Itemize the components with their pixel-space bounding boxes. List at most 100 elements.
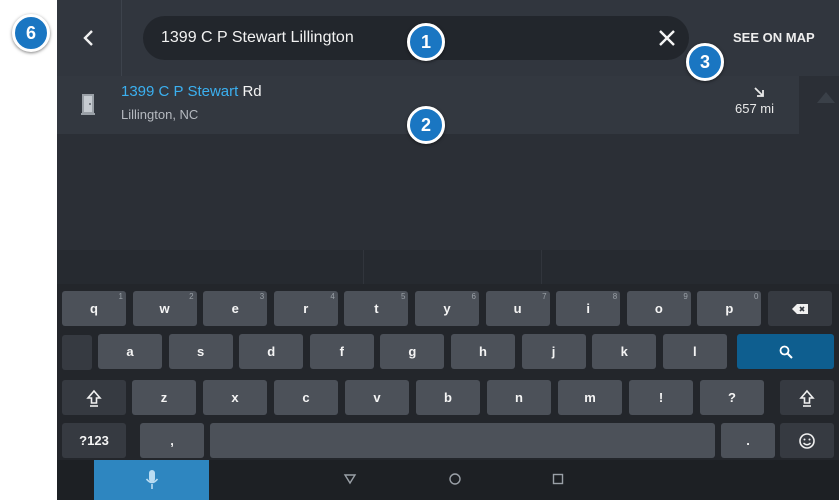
search-key[interactable] (737, 334, 834, 369)
see-on-map-button[interactable]: SEE ON MAP (733, 0, 815, 76)
shift-icon (86, 389, 102, 407)
key-i[interactable]: i8 (556, 291, 621, 326)
key-label: w (159, 301, 170, 316)
key-n[interactable]: n (487, 380, 551, 415)
key-a[interactable]: a (98, 334, 162, 369)
scrollbar[interactable] (799, 76, 839, 250)
key-label: q (90, 301, 98, 316)
key-f[interactable]: f (309, 334, 374, 369)
key-w[interactable]: w2 (132, 291, 197, 326)
key-![interactable]: ! (629, 380, 693, 415)
key-label: x (231, 390, 239, 405)
space-key[interactable] (210, 423, 715, 458)
key-label: d (267, 344, 276, 359)
key-v[interactable]: v (345, 380, 409, 415)
key-o[interactable]: o9 (626, 291, 691, 326)
key-q[interactable]: q1 (62, 291, 126, 326)
key-label: m (584, 390, 596, 405)
shift-key-left[interactable] (62, 380, 126, 415)
key-label: e (231, 301, 239, 316)
key-label: b (444, 390, 452, 405)
key-label: g (408, 344, 417, 359)
backspace-icon (792, 303, 808, 314)
key-label: a (126, 344, 134, 359)
key-label: s (196, 344, 205, 359)
close-icon (659, 30, 675, 46)
result-city: Lillington, NC (121, 107, 199, 122)
key-label: o (654, 301, 663, 316)
key-e[interactable]: e3 (203, 291, 268, 326)
chevron-left-icon (83, 30, 93, 46)
key-m[interactable]: m (558, 380, 622, 415)
key-label: p (725, 301, 734, 316)
key-h[interactable]: h (451, 334, 515, 369)
clear-search-button[interactable] (653, 24, 681, 52)
key-hint: 4 (330, 292, 335, 301)
callout-badge: 2 (407, 106, 445, 144)
key-label: r (303, 301, 309, 316)
key-b[interactable]: b (416, 380, 480, 415)
backspace-key[interactable] (768, 291, 832, 326)
triangle-down-icon (343, 474, 357, 485)
nav-back-button[interactable] (337, 466, 363, 492)
search-icon (779, 345, 793, 359)
key-l[interactable]: l (662, 334, 727, 369)
key-t[interactable]: t5 (344, 291, 409, 326)
result-title: 1399 C P Stewart Rd (121, 83, 262, 100)
keyboard-spacer (62, 335, 92, 370)
emoji-key[interactable] (780, 423, 834, 458)
key-label: h (479, 344, 487, 359)
period-key[interactable]: . (721, 423, 775, 458)
door-icon (81, 94, 95, 115)
result-title-rest: Rd (238, 83, 262, 100)
key-hint: 6 (471, 292, 476, 301)
key-label: y (443, 301, 451, 316)
callout-badge: 6 (12, 14, 50, 52)
shift-key-right[interactable] (780, 380, 834, 415)
key-y[interactable]: y6 (415, 291, 479, 326)
suggestion-divider (363, 250, 364, 284)
key-hint: 8 (612, 292, 618, 301)
nav-recents-button[interactable] (545, 466, 571, 492)
arrow-down-right-icon (754, 87, 764, 97)
key-label: t (374, 301, 379, 316)
keyboard: q1w2e3r4t5y6u7i8o9p0 asdfghjkl z x c v b n m!?… (57, 284, 839, 460)
key-s[interactable]: s (168, 334, 233, 369)
callout-badge: 3 (686, 43, 724, 81)
key-r[interactable]: r4 (273, 291, 338, 326)
back-button[interactable] (57, 0, 122, 76)
key-hint: 9 (683, 292, 688, 301)
key-label: c (302, 390, 310, 405)
scroll-up-icon[interactable] (817, 92, 835, 103)
voice-input-button[interactable] (94, 460, 209, 500)
nav-home-button[interactable] (442, 466, 468, 492)
key-d[interactable]: d (239, 334, 304, 369)
key-p[interactable]: p0 (697, 291, 762, 326)
microphone-icon (145, 470, 158, 489)
key-label: v (373, 390, 381, 405)
shift-icon (799, 389, 815, 407)
key-u[interactable]: u7 (485, 291, 550, 326)
key-x[interactable]: x (203, 380, 267, 415)
key-c[interactable]: c (274, 380, 338, 415)
results-list: 1399 C P Stewart Rd Lillington, NC 657 m… (57, 76, 839, 250)
key-z[interactable]: z (132, 380, 196, 415)
key-label: u (513, 301, 522, 316)
key-label: i (586, 301, 590, 316)
key-label: ? (728, 390, 736, 405)
search-input[interactable]: 1399 C P Stewart Lillington (161, 16, 354, 60)
key-label: l (692, 344, 697, 359)
key-label: f (339, 344, 344, 359)
key-j[interactable]: j (521, 334, 586, 369)
key-hint: 5 (400, 292, 406, 301)
symbols-key[interactable]: ?123 (62, 423, 126, 458)
key-?[interactable]: ? (700, 380, 764, 415)
circle-icon (449, 473, 461, 485)
key-label: z (160, 390, 168, 405)
result-distance: 657 mi (735, 101, 775, 116)
key-label: ! (658, 390, 664, 405)
key-g[interactable]: g (380, 334, 445, 369)
key-k[interactable]: k (592, 334, 657, 369)
comma-key[interactable]: , (140, 423, 204, 458)
key-hint: 1 (118, 292, 123, 301)
